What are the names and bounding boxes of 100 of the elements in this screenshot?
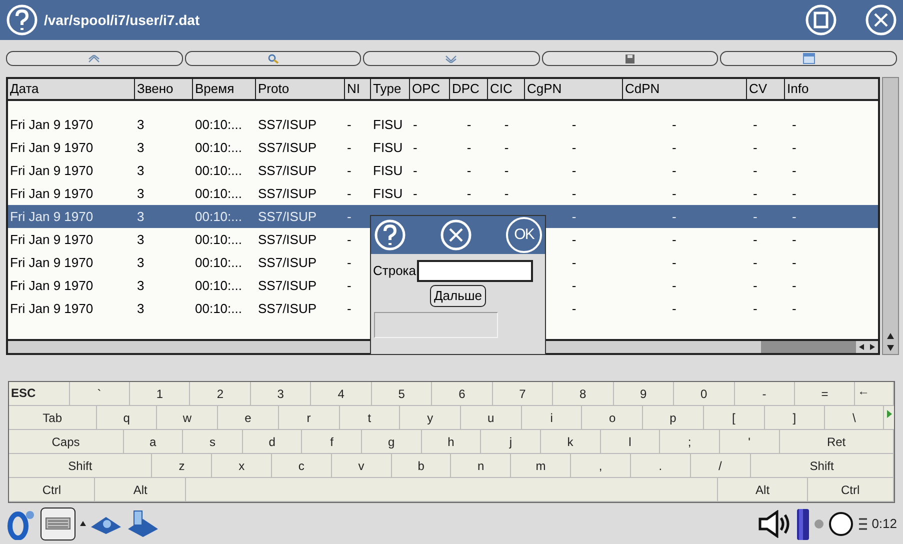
table-cell: 00:10:... (195, 208, 242, 224)
triangle-icon (886, 410, 892, 418)
table-cell: - (504, 116, 509, 132)
table-cell: - (466, 140, 472, 155)
close-icon[interactable] (865, 4, 897, 36)
toolbar-button[interactable] (720, 51, 897, 66)
table-cell: - (572, 116, 576, 132)
toolbar-button[interactable] (363, 51, 540, 66)
table-cell: - (753, 208, 758, 224)
column-header[interactable]: Время (193, 79, 256, 99)
table-cell: 00:10:... (195, 300, 242, 316)
table-cell: - (792, 208, 796, 224)
table-cell: - (347, 278, 352, 293)
next-button[interactable]: Дальше (430, 285, 486, 307)
column-header[interactable]: Type (371, 79, 410, 99)
close-icon[interactable] (440, 219, 472, 251)
window-title: /var/spool/i7/user/i7.dat (44, 10, 201, 30)
table-cell: - (466, 116, 472, 132)
keyboard-icon[interactable] (40, 506, 76, 540)
help-icon[interactable] (6, 4, 38, 36)
column-header[interactable]: Proto (256, 79, 345, 99)
table-cell: 00:10:... (195, 232, 242, 247)
table-cell: - (347, 208, 352, 224)
dot-icon[interactable] (814, 518, 824, 528)
table-cell: - (672, 116, 676, 132)
table-cell: - (347, 140, 352, 155)
table-cell: Fri Jan 9 1970 (10, 232, 94, 247)
table-cell: - (672, 254, 676, 270)
table-cell: - (672, 162, 676, 178)
table-cell: - (347, 300, 352, 316)
table-cell: 3 (137, 140, 144, 155)
search-icon (266, 54, 279, 64)
table-cell: - (753, 300, 758, 316)
table-cell: SS7/ISUP (258, 232, 317, 247)
menu-icon[interactable] (858, 516, 868, 530)
help-icon[interactable] (374, 219, 406, 251)
table-cell: Fri Jan 9 1970 (10, 254, 94, 270)
keyboard-key[interactable]: ESC (9, 382, 70, 405)
table-cell: SS7/ISUP (258, 300, 317, 316)
column-header[interactable]: DPC (450, 79, 488, 99)
table-cell: 3 (137, 300, 144, 316)
column-header[interactable]: CgPN (525, 79, 623, 99)
table-cell: - (413, 186, 418, 201)
table-cell: 00:10:... (195, 278, 242, 293)
table-cell: 00:10:... (195, 186, 242, 201)
column-header[interactable]: OPC (410, 79, 450, 99)
battery-icon[interactable] (796, 508, 810, 540)
table-cell: - (792, 232, 796, 247)
table-cell: - (347, 186, 352, 201)
circle-icon[interactable] (828, 510, 854, 536)
table-cell: - (572, 162, 576, 178)
table-cell: SS7/ISUP (258, 186, 317, 201)
caret-icon[interactable] (80, 521, 86, 526)
table-cell: 3 (137, 278, 144, 293)
column-header[interactable]: NI (345, 79, 371, 99)
table-cell: - (572, 278, 576, 293)
table-cell: - (753, 116, 758, 132)
ok-button[interactable]: OK (506, 217, 542, 253)
table-cell: - (572, 232, 576, 247)
table-cell: SS7/ISUP (258, 208, 317, 224)
speaker-icon[interactable] (758, 510, 792, 538)
column-header[interactable]: Дата (8, 79, 135, 99)
table-cell: Fri Jan 9 1970 (10, 300, 94, 316)
column-header[interactable]: Info (785, 79, 878, 99)
field-label: Строка (373, 262, 416, 280)
table-cell: SS7/ISUP (258, 278, 317, 293)
toolbar-button[interactable] (6, 51, 183, 66)
table-cell: - (792, 140, 796, 155)
scroll-arrows-icon[interactable] (856, 341, 878, 353)
table-cell: SS7/ISUP (258, 162, 317, 178)
table-cell: - (672, 208, 676, 224)
table-cell: - (792, 162, 796, 178)
table-cell: - (672, 186, 676, 201)
table-cell: - (672, 232, 676, 247)
table-cell: - (672, 140, 676, 155)
table-cell: SS7/ISUP (258, 140, 317, 155)
column-header[interactable]: Звено (135, 79, 193, 99)
table-cell: - (413, 140, 418, 155)
input-field[interactable] (417, 260, 534, 282)
table-cell: - (572, 140, 576, 155)
toolbar-button[interactable] (184, 51, 362, 66)
table-cell: - (572, 300, 576, 316)
column-header[interactable]: CIC (488, 79, 525, 99)
maximize-icon[interactable] (805, 4, 837, 36)
table-cell: - (572, 208, 576, 224)
table-cell: - (792, 300, 796, 316)
table-cell: 00:10:... (195, 116, 242, 132)
vertical-scrollbar[interactable] (882, 77, 899, 355)
table-cell: 3 (137, 186, 144, 201)
table-cell: - (504, 186, 509, 201)
toolbar-button[interactable] (542, 51, 718, 66)
table-cell: 3 (137, 162, 144, 178)
scrollbar-thumb[interactable] (761, 341, 856, 353)
table-cell: - (572, 254, 576, 270)
table-cell: FISU (373, 140, 403, 155)
column-header[interactable]: CV (747, 79, 785, 99)
chevron-down-icon (445, 54, 458, 62)
clock: 0:12 (872, 514, 897, 533)
table-cell: - (347, 162, 352, 178)
column-header[interactable]: CdPN (623, 79, 747, 99)
